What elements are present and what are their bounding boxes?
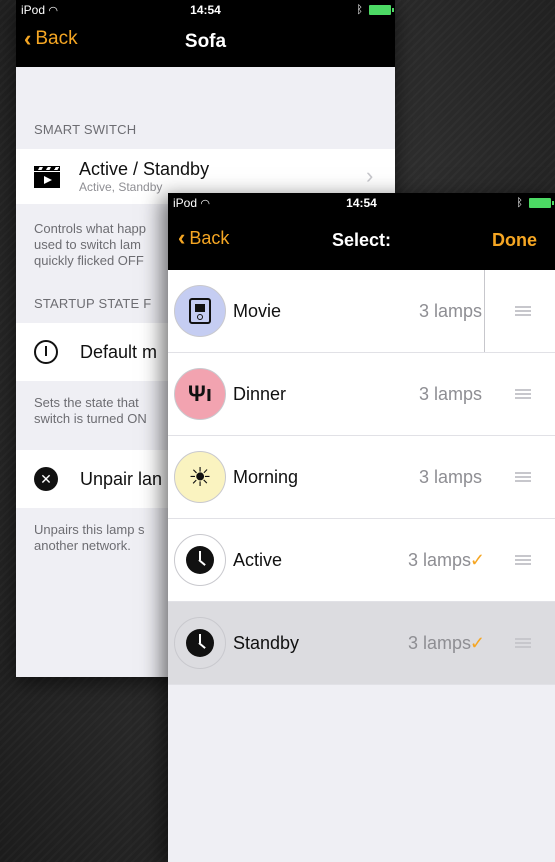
bluetooth-icon: ᛒ	[516, 197, 523, 209]
scene-list: Movie 3 lamps Ψı Dinner 3 lamps ☀ Mornin…	[168, 270, 555, 685]
bluetooth-icon: ᛒ	[356, 4, 363, 16]
unpair-lamp-title: Unpair lan	[80, 468, 163, 489]
scene-row-standby[interactable]: Standby 3 lamps ✓	[168, 602, 555, 685]
reorder-handle-icon[interactable]	[515, 553, 531, 567]
scene-row-dinner[interactable]: Ψı Dinner 3 lamps	[168, 353, 555, 436]
lamp-count: 3 lamps	[418, 300, 482, 321]
status-time: 14:54	[190, 3, 221, 17]
tv-remote-icon	[189, 298, 211, 324]
row-divider	[484, 270, 485, 352]
scene-name: Movie	[233, 300, 282, 321]
close-icon: ✕	[34, 467, 58, 491]
page-title: Sofa	[184, 31, 227, 52]
status-bar: iPod ◠ 14:54 ᛒ	[168, 193, 555, 213]
scene-icon-movie	[174, 285, 226, 337]
select-scene-screen: iPod ◠ 14:54 ᛒ ‹ Back Select: Done Movie…	[168, 193, 555, 862]
clock-icon	[186, 546, 214, 574]
scene-name: Dinner	[233, 383, 287, 404]
chevron-right-icon: ›	[366, 163, 374, 188]
smart-switch-title: Active / Standby	[79, 159, 210, 179]
navigation-bar: iPod ◠ 14:54 ᛒ ‹ Back Select: Done	[168, 193, 555, 270]
battery-icon	[529, 198, 554, 208]
power-icon	[34, 340, 58, 364]
nav-row: ‹ Back Sofa	[16, 20, 395, 67]
status-time: 14:54	[346, 196, 377, 210]
navigation-bar: iPod ◠ 14:54 ᛒ ‹ Back Sofa	[16, 0, 395, 67]
sun-icon: ☀	[188, 462, 212, 492]
scene-row-morning[interactable]: ☀ Morning 3 lamps	[168, 436, 555, 519]
checkmark-icon: ✓	[469, 632, 485, 653]
scene-row-movie[interactable]: Movie 3 lamps	[168, 270, 555, 353]
status-right: ᛒ	[356, 4, 394, 16]
fork-knife-icon: Ψı	[188, 381, 212, 406]
default-mode-title: Default m	[80, 341, 158, 362]
lamp-count: 3 lamps	[418, 383, 482, 404]
scene-name: Standby	[233, 632, 300, 653]
status-bar: iPod ◠ 14:54 ᛒ	[16, 0, 395, 20]
status-right: ᛒ	[516, 197, 554, 209]
scene-icon-dinner: Ψı	[174, 368, 226, 420]
reorder-handle-icon[interactable]	[515, 470, 531, 484]
clapperboard-icon	[34, 165, 60, 188]
scene-name: Active	[233, 549, 283, 570]
scene-icon-morning: ☀	[174, 451, 226, 503]
nav-row: ‹ Back Select: Done	[168, 213, 555, 270]
reorder-handle-icon[interactable]	[515, 387, 531, 401]
lamp-count: 3 lamps	[407, 632, 471, 653]
smart-switch-header: SMART SWITCH	[34, 122, 137, 137]
reorder-handle-icon[interactable]	[515, 304, 531, 318]
reorder-handle-icon[interactable]	[515, 636, 531, 650]
scene-row-active[interactable]: Active 3 lamps ✓	[168, 519, 555, 602]
battery-icon	[369, 5, 394, 15]
checkmark-icon: ✓	[469, 549, 485, 570]
clock-icon	[186, 629, 214, 657]
smart-switch-subtitle: Active, Standby	[79, 180, 163, 194]
scene-icon-active	[174, 534, 226, 586]
scene-icon-standby	[174, 617, 226, 669]
done-button[interactable]: Done	[492, 230, 537, 251]
lamp-count: 3 lamps	[407, 549, 471, 570]
lamp-count: 3 lamps	[418, 466, 482, 487]
scene-name: Morning	[233, 466, 299, 487]
